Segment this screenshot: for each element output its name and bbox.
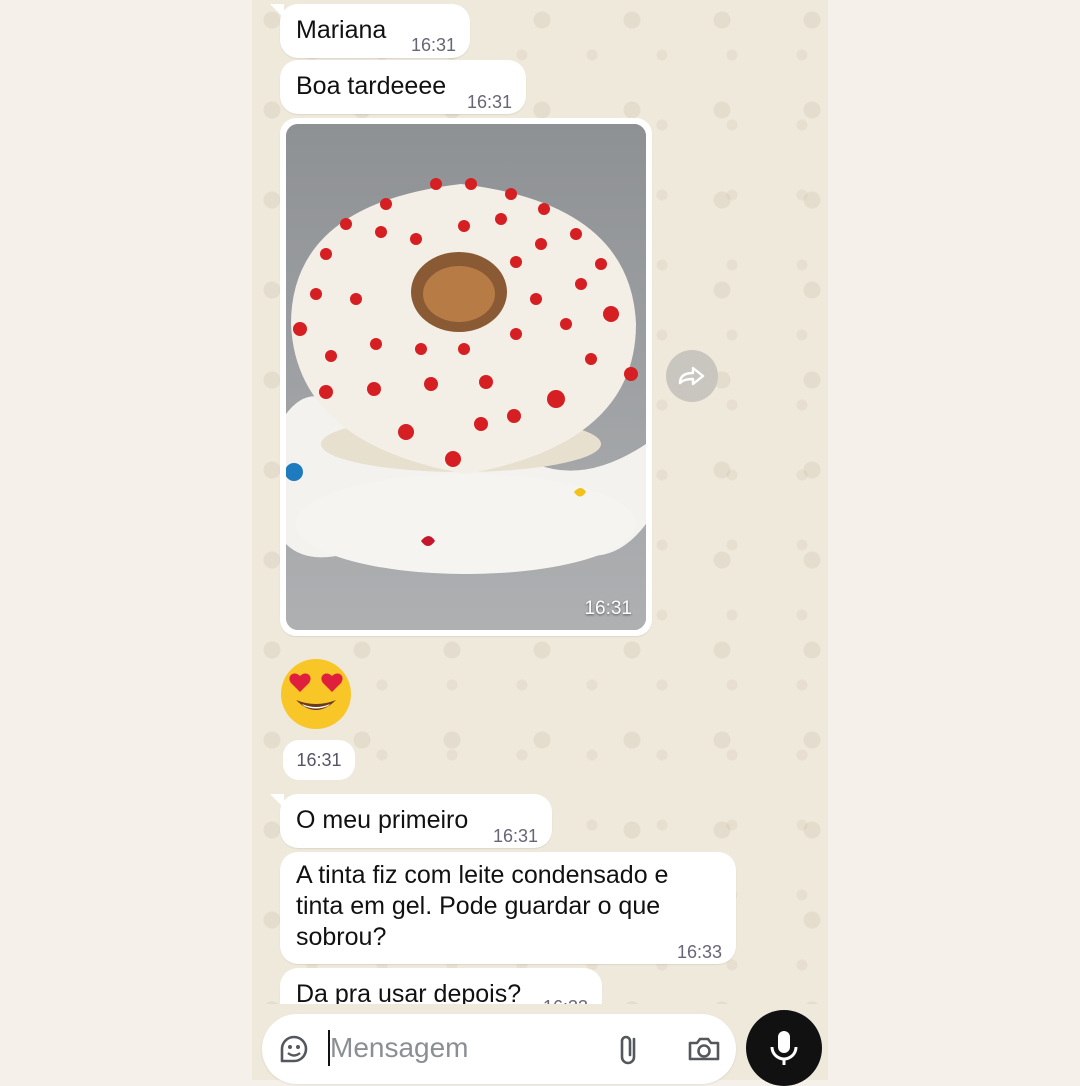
- message-bubble[interactable]: A tinta fiz com leite condensado e tinta…: [280, 852, 736, 964]
- forward-icon: [678, 366, 705, 386]
- message-bubble[interactable]: Boa tardeeee 16:31: [280, 60, 526, 114]
- message-time: 16:33: [676, 942, 722, 962]
- message-bubble[interactable]: Mariana 16:31: [270, 4, 470, 58]
- image-message[interactable]: 16:31: [280, 118, 652, 636]
- emoji-time: 16:31: [283, 740, 355, 780]
- message-time: 16:31: [466, 92, 512, 112]
- message-text: O meu primeiro: [296, 806, 469, 834]
- message-input[interactable]: Mensagem: [330, 1032, 469, 1064]
- heart-eyes-emoji[interactable]: [278, 656, 354, 732]
- message-text: Boa tardeeee: [296, 72, 447, 100]
- message-bubble[interactable]: O meu primeiro 16:31: [270, 794, 552, 848]
- message-input-bar[interactable]: Mensagem: [262, 1014, 736, 1084]
- cake-photo[interactable]: 16:31: [286, 124, 646, 630]
- message-text: A tinta fiz com leite condensado e tinta…: [296, 861, 669, 951]
- voice-record-button[interactable]: [746, 1010, 822, 1086]
- message-time: 16:31: [410, 35, 456, 55]
- sticker-icon[interactable]: [276, 1031, 312, 1067]
- message-text: Mariana: [296, 16, 387, 44]
- forward-button[interactable]: [666, 350, 718, 402]
- paperclip-icon[interactable]: [612, 1031, 648, 1067]
- image-time: 16:31: [584, 598, 632, 619]
- message-time: 16:31: [492, 826, 538, 846]
- camera-icon[interactable]: [686, 1031, 722, 1067]
- microphone-icon: [770, 1031, 798, 1065]
- cake-illustration: [286, 124, 646, 630]
